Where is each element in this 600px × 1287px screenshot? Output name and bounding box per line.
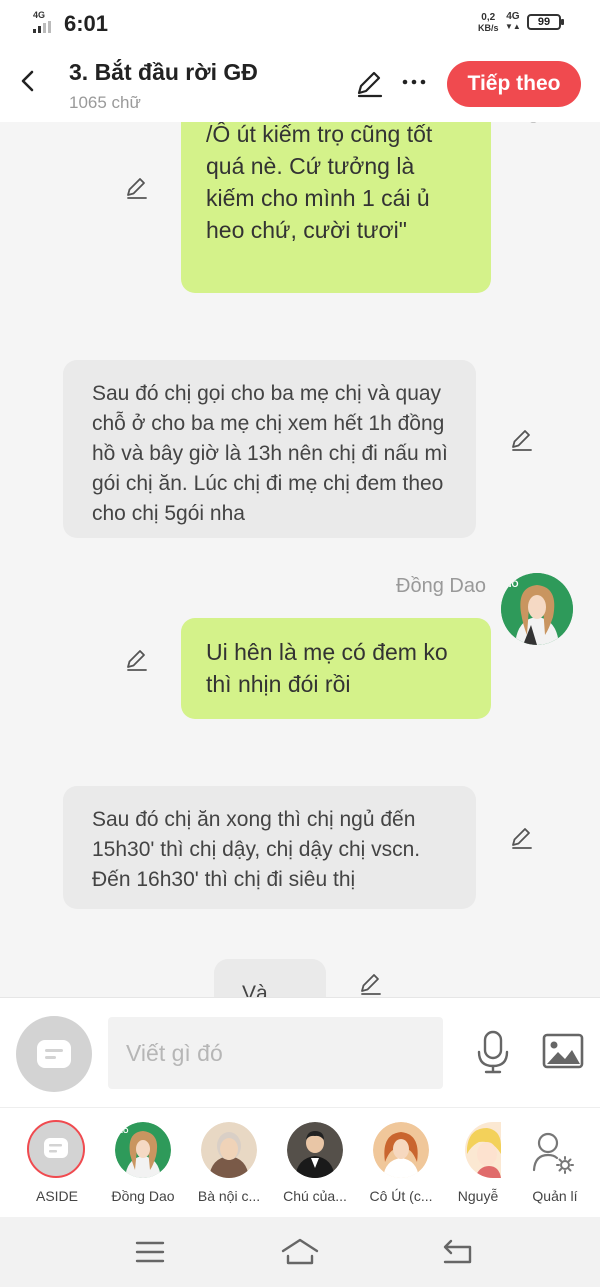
network-type-right: 4G ▼▲	[505, 11, 521, 32]
avatar-fragment	[530, 122, 537, 123]
aside-icon	[37, 1040, 71, 1068]
character-name: Nguyễ	[457, 1188, 499, 1204]
status-bar: 4G 6:01 0,2 KB/s 4G ▼▲ 99	[0, 0, 600, 48]
message-bubble[interactable]: /Ô út kiếm trọ cũng tốt quá nè. Cứ tưởng…	[181, 122, 491, 293]
character-bar: ASIDE NO Đồng Dao Bà nội c... Chú của...…	[0, 1107, 600, 1218]
message-input[interactable]	[108, 1017, 443, 1089]
aside-toggle-button[interactable]	[16, 1016, 92, 1092]
avatar	[201, 1122, 257, 1178]
network-type-label: 4G	[33, 10, 46, 20]
message-text: Sau đó chị gọi cho ba mẹ chị và quay chỗ…	[92, 382, 448, 525]
svg-text:NO: NO	[118, 1128, 129, 1135]
signal-icon	[33, 21, 51, 33]
word-count: 1065 chữ	[69, 93, 141, 112]
battery-icon: 99	[527, 14, 564, 30]
message-text: /Ô út kiếm trọ cũng tốt quá nè. Cứ tưởng…	[206, 122, 433, 243]
user-settings-icon	[532, 1132, 574, 1174]
character-name: Đồng Dao	[111, 1188, 175, 1204]
character-name: Bà nội c...	[197, 1188, 261, 1204]
character-nguyen[interactable]: Nguyễ	[449, 1108, 501, 1218]
character-dong-dao[interactable]: NO Đồng Dao	[98, 1108, 188, 1218]
message-bubble[interactable]: Và	[214, 959, 326, 997]
data-arrows-icon: ▼▲	[505, 22, 521, 31]
pencil-icon[interactable]	[124, 175, 150, 201]
more-icon[interactable]	[400, 68, 428, 96]
character-co-ut[interactable]: Cô Út (c...	[356, 1108, 446, 1218]
system-navigation-bar	[0, 1217, 600, 1287]
character-aside[interactable]: ASIDE	[12, 1108, 102, 1218]
pencil-icon[interactable]	[509, 825, 535, 851]
character-name: ASIDE	[35, 1188, 78, 1204]
pencil-icon[interactable]	[509, 427, 535, 453]
return-icon[interactable]	[437, 1235, 477, 1269]
character-name: Quản lí	[532, 1188, 578, 1204]
avatar[interactable]: NO	[501, 573, 573, 645]
home-icon[interactable]	[280, 1235, 320, 1269]
page-title: 3. Bắt đầu rời GĐ	[69, 59, 258, 85]
message-text: Sau đó chị ăn xong thì chị ngủ đến 15h30…	[92, 808, 421, 891]
message-bubble[interactable]: Ui hên là mẹ có đem ko thì nhịn đói rồi	[181, 618, 491, 719]
avatar	[465, 1122, 501, 1178]
character-name: Chú của...	[283, 1188, 347, 1204]
network-speed: 0,2 KB/s	[478, 12, 499, 33]
message-bubble[interactable]: Sau đó chị ăn xong thì chị ngủ đến 15h30…	[63, 786, 476, 909]
svg-text:NO: NO	[505, 579, 519, 589]
top-app-bar: 3. Bắt đầu rời GĐ 1065 chữ Tiếp theo	[0, 48, 600, 122]
microphone-icon[interactable]	[474, 1030, 512, 1074]
aside-icon	[27, 1120, 85, 1178]
avatar: NO	[115, 1122, 171, 1178]
avatar	[373, 1122, 429, 1178]
character-name: Cô Út (c...	[369, 1188, 433, 1204]
character-manager-button[interactable]: Quản lí	[510, 1108, 600, 1218]
message-text: Ui hên là mẹ có đem ko thì nhịn đói rồi	[206, 639, 448, 697]
pencil-icon[interactable]	[358, 971, 384, 997]
chat-area[interactable]: /Ô út kiếm trọ cũng tốt quá nè. Cứ tưởng…	[0, 122, 600, 997]
avatar-image: NO	[501, 573, 573, 645]
message-text: Và	[242, 982, 268, 997]
next-button[interactable]: Tiếp theo	[447, 61, 581, 107]
pencil-icon[interactable]	[124, 647, 150, 673]
message-bubble[interactable]: Sau đó chị gọi cho ba mẹ chị và quay chỗ…	[63, 360, 476, 538]
image-icon[interactable]	[542, 1033, 584, 1069]
sender-name: Đồng Dao	[396, 575, 487, 597]
message-composer	[0, 997, 600, 1108]
character-ba-noi[interactable]: Bà nội c...	[184, 1108, 274, 1218]
pencil-icon[interactable]	[353, 68, 385, 100]
menu-icon[interactable]	[130, 1235, 170, 1269]
character-chu[interactable]: Chú của...	[270, 1108, 360, 1218]
clock: 6:01	[64, 11, 109, 36]
back-icon[interactable]	[14, 66, 44, 96]
avatar	[287, 1122, 343, 1178]
